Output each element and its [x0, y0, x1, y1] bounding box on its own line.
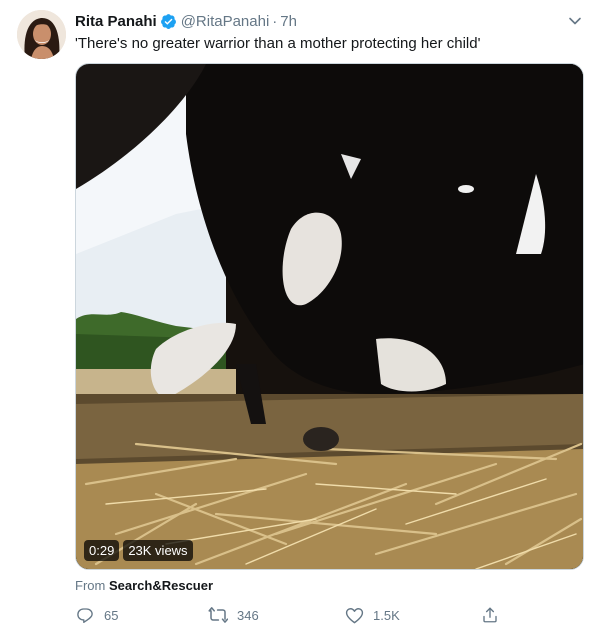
reply-icon: [75, 605, 95, 625]
heart-icon: [344, 605, 364, 625]
reply-count: 65: [104, 607, 119, 623]
video-badges: 0:29 23K views: [84, 539, 193, 561]
share-icon: [480, 605, 500, 625]
reply-button[interactable]: 65: [75, 603, 118, 627]
retweet-button[interactable]: 346: [208, 603, 259, 627]
media-source: From Search&Rescuer: [75, 578, 213, 593]
tweet-text: 'There's no greater warrior than a mothe…: [75, 35, 481, 52]
verified-badge-icon: [160, 13, 177, 30]
source-prefix: From: [75, 578, 106, 593]
source-link[interactable]: Search&Rescuer: [109, 578, 213, 593]
video-frame: [76, 64, 583, 569]
video-views: 23K views: [123, 539, 193, 561]
video-player[interactable]: [75, 63, 584, 570]
retweet-count: 346: [237, 607, 259, 623]
timestamp[interactable]: 7h: [280, 13, 297, 30]
author-name[interactable]: Rita Panahi: [75, 13, 157, 30]
avatar[interactable]: [17, 10, 66, 59]
tweet[interactable]: Rita Panahi @RitaPanahi · 7h 'There's no…: [0, 0, 598, 634]
share-button[interactable]: [480, 603, 500, 627]
tweet-actions: 65 346 1.5K: [75, 603, 585, 627]
like-button[interactable]: 1.5K: [344, 603, 400, 627]
like-count: 1.5K: [373, 607, 400, 623]
author-handle[interactable]: @RitaPanahi: [181, 13, 270, 30]
chevron-down-icon[interactable]: [566, 12, 584, 30]
retweet-icon: [208, 605, 228, 625]
tweet-header: Rita Panahi @RitaPanahi · 7h: [75, 11, 297, 31]
video-duration: 0:29: [84, 539, 120, 561]
separator-dot: ·: [272, 12, 278, 30]
